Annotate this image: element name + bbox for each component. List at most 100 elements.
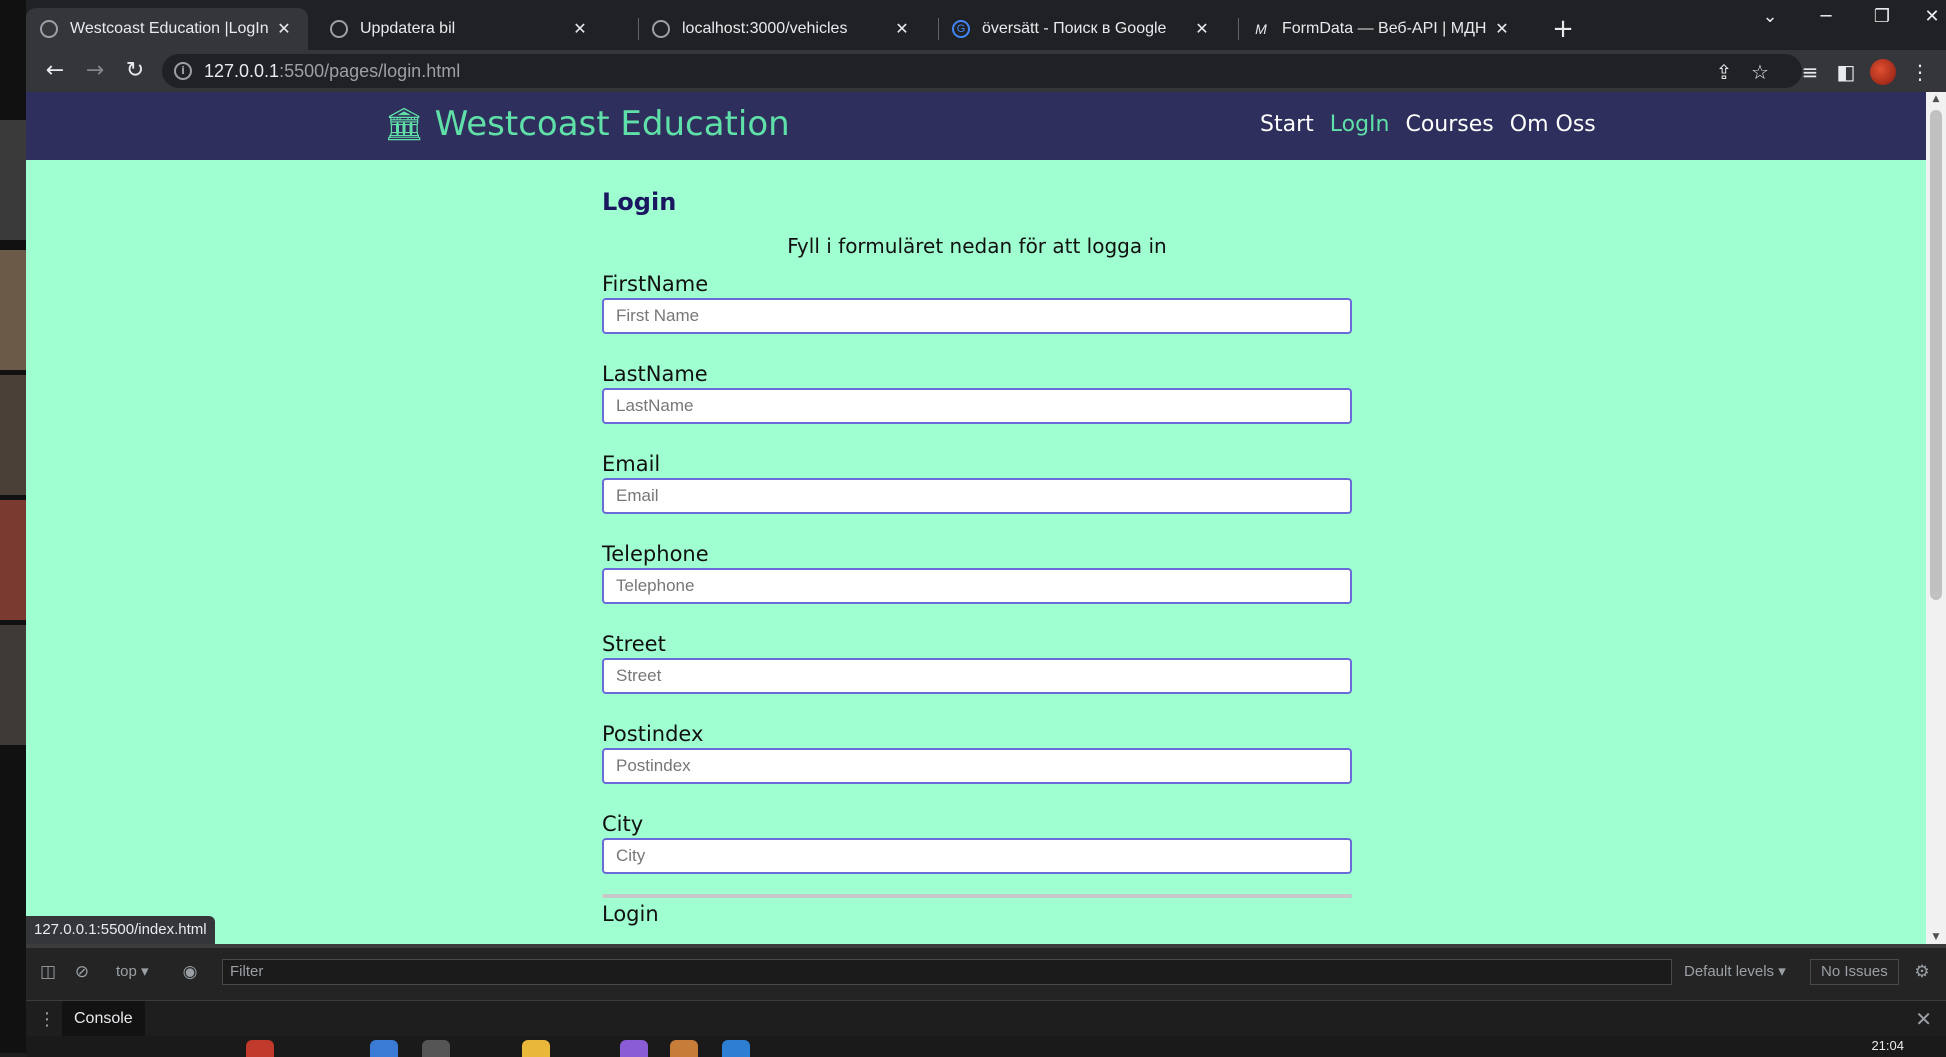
street-field: Street (602, 632, 1352, 694)
firstname-input[interactable] (602, 298, 1352, 334)
console-filter-input[interactable]: Filter (222, 959, 1672, 985)
desktop-left-strip (0, 0, 26, 1053)
eye-icon[interactable]: ◉ (178, 962, 202, 982)
scroll-down-icon[interactable]: ▼ (1930, 932, 1942, 942)
scroll-up-icon[interactable]: ▲ (1930, 94, 1942, 104)
taskbar-clock: 21:04 (1871, 1038, 1904, 1053)
form-subtitle: Fyll i formuläret nedan för att logga in (787, 234, 1167, 258)
browser-window: Westcoast Education |LogIn ✕ Uppdatera b… (26, 0, 1946, 1057)
nav-courses-link[interactable]: Courses (1405, 112, 1493, 137)
taskbar-app-icon[interactable] (670, 1040, 698, 1057)
desktop-thumbnail (0, 375, 26, 495)
taskbar-app-icon[interactable] (370, 1040, 398, 1057)
tab-westcoast-login[interactable]: Westcoast Education |LogIn ✕ (26, 8, 308, 50)
taskbar-app-icon[interactable] (246, 1040, 274, 1057)
tab-title: översätt - Поиск в Google (982, 20, 1167, 37)
issues-button[interactable]: No Issues (1810, 959, 1899, 985)
restore-icon[interactable]: ❐ (1862, 6, 1902, 27)
sidebar-toggle-icon[interactable]: ◫ (36, 962, 60, 982)
section-divider (602, 894, 1352, 898)
lastname-label: LastName (602, 362, 708, 386)
page-scrollbar[interactable]: ▲ ▼ (1926, 92, 1946, 944)
context-selector[interactable]: top ▾ (116, 962, 149, 980)
city-label: City (602, 812, 644, 836)
tab-mdn-formdata[interactable]: M FormData — Веб-API | МДН ✕ (1238, 8, 1526, 50)
globe-icon (330, 20, 348, 38)
firstname-label: FirstName (602, 272, 709, 296)
link-status-tooltip: 127.0.0.1:5500/index.html (26, 916, 215, 944)
site-info-icon[interactable]: i (174, 62, 192, 80)
site-brand[interactable]: 🏛 Westcoast Education (384, 104, 790, 144)
tab-vehicles[interactable]: localhost:3000/vehicles ✕ (638, 8, 926, 50)
taskbar-app-icon[interactable] (620, 1040, 648, 1057)
google-icon: G (952, 20, 970, 38)
close-tab-icon[interactable]: ✕ (1192, 19, 1212, 39)
nav-om-oss-link[interactable]: Om Oss (1510, 112, 1596, 137)
nav-login-link[interactable]: LogIn (1330, 112, 1390, 137)
context-label: top (116, 963, 137, 980)
share-icon[interactable]: ⇪ (1710, 60, 1738, 84)
brand-name: Westcoast Education (434, 104, 790, 144)
email-input[interactable] (602, 478, 1352, 514)
os-taskbar: 21:04 (26, 1036, 1946, 1057)
taskbar-app-icon[interactable] (722, 1040, 750, 1057)
new-tab-button[interactable]: + (1546, 12, 1580, 46)
telephone-label: Telephone (602, 542, 709, 566)
street-label: Street (602, 632, 666, 656)
tab-bar: Westcoast Education |LogIn ✕ Uppdatera b… (26, 0, 1946, 50)
nav-start-link[interactable]: Start (1260, 112, 1314, 137)
reading-list-icon[interactable]: ≡ (1796, 60, 1824, 84)
clear-console-icon[interactable]: ⊘ (70, 962, 94, 982)
forward-icon[interactable]: → (80, 56, 110, 86)
desktop-thumbnail (0, 120, 26, 240)
side-panel-icon[interactable]: ◧ (1832, 60, 1860, 84)
telephone-field: Telephone (602, 542, 1352, 604)
menu-icon[interactable]: ⋮ (1906, 60, 1934, 84)
tab-console[interactable]: Console (62, 1001, 145, 1037)
tab-search-icon[interactable]: ⌄ (1750, 6, 1790, 27)
console-toolbar: ◫ ⊘ top ▾ ◉ Filter Default levels ▾ No I… (26, 954, 1946, 990)
reload-icon[interactable]: ↻ (120, 56, 150, 86)
minimize-icon[interactable]: ─ (1806, 6, 1846, 27)
address-bar[interactable]: i 127.0.0.1:5500/pages/login.html ⇪ ☆ (162, 54, 1802, 88)
city-input[interactable] (602, 838, 1352, 874)
globe-icon (40, 20, 58, 38)
browser-toolbar: ← → ↻ i 127.0.0.1:5500/pages/login.html … (26, 50, 1946, 92)
tab-uppdatera-bil[interactable]: Uppdatera bil ✕ (316, 8, 604, 50)
address-url: 127.0.0.1:5500/pages/login.html (204, 61, 460, 82)
more-tools-icon[interactable]: ⋮ (38, 1009, 56, 1030)
tab-title: FormData — Веб-API | МДН (1282, 20, 1487, 37)
tab-title: localhost:3000/vehicles (682, 20, 848, 37)
close-tab-icon[interactable]: ✕ (1492, 19, 1512, 39)
scrollbar-thumb[interactable] (1930, 110, 1942, 600)
bookmark-star-icon[interactable]: ☆ (1746, 60, 1774, 84)
email-field: Email (602, 452, 1352, 514)
login-form: Login Fyll i formuläret nedan för att lo… (602, 188, 1352, 926)
address-host: 127.0.0.1 (204, 61, 280, 81)
site-nav: Start LogIn Courses Om Oss (1260, 112, 1596, 137)
log-levels-dropdown[interactable]: Default levels ▾ (1684, 962, 1786, 980)
close-tab-icon[interactable]: ✕ (892, 19, 912, 39)
settings-gear-icon[interactable]: ⚙ (1910, 962, 1934, 982)
form-title: Login (602, 188, 677, 216)
devtools-panel: ◫ ⊘ top ▾ ◉ Filter Default levels ▾ No I… (26, 944, 1946, 1057)
email-label: Email (602, 452, 661, 476)
close-tab-icon[interactable]: ✕ (274, 19, 294, 39)
profile-avatar[interactable] (1870, 59, 1896, 85)
close-window-icon[interactable]: ✕ (1918, 6, 1946, 27)
page-viewport: 🏛 Westcoast Education Start LogIn Course… (26, 92, 1946, 944)
close-drawer-icon[interactable]: ✕ (1915, 1007, 1932, 1031)
taskbar-app-icon[interactable] (522, 1040, 550, 1057)
postindex-input[interactable] (602, 748, 1352, 784)
desktop-thumbnail (0, 625, 26, 745)
tab-google-search[interactable]: G översätt - Поиск в Google ✕ (938, 8, 1226, 50)
lastname-input[interactable] (602, 388, 1352, 424)
back-icon[interactable]: ← (40, 56, 70, 86)
street-input[interactable] (602, 658, 1352, 694)
log-levels-label: Default levels (1684, 963, 1775, 980)
telephone-input[interactable] (602, 568, 1352, 604)
taskbar-app-icon[interactable] (422, 1040, 450, 1057)
tab-title: Uppdatera bil (360, 20, 456, 37)
mdn-icon: M (1255, 21, 1267, 37)
close-tab-icon[interactable]: ✕ (570, 19, 590, 39)
